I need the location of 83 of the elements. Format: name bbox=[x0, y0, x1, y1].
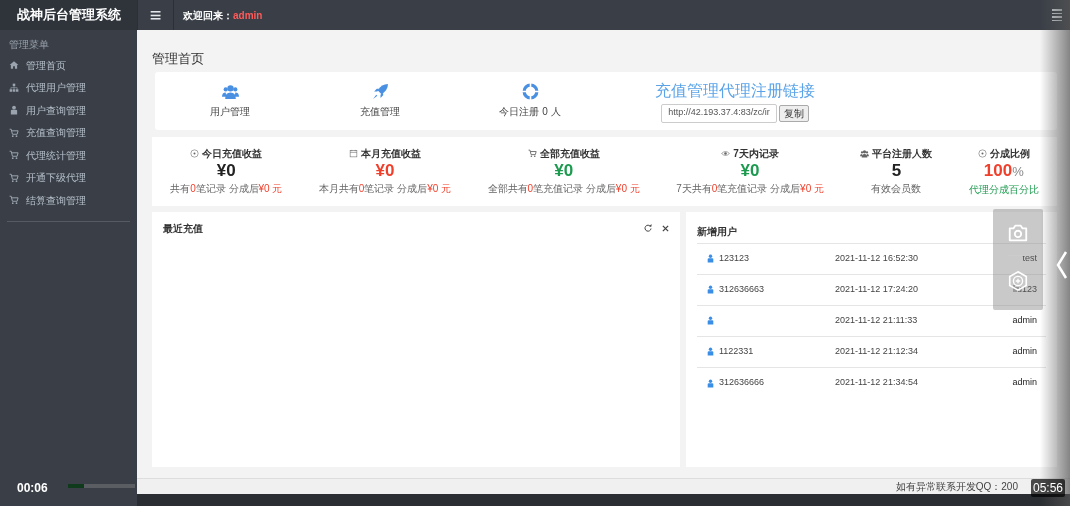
user-icon bbox=[706, 285, 715, 294]
footer-text: 如有异常联系开发QQ：200 bbox=[895, 480, 1018, 494]
stat-value: ¥0 bbox=[375, 161, 395, 181]
shortcut-link[interactable]: 用户管理 bbox=[155, 82, 305, 119]
sidebar-item[interactable]: 充值查询管理 bbox=[0, 121, 137, 144]
stat-title: 今日充值收益 bbox=[202, 147, 263, 161]
stat-note: 有效会员数 bbox=[871, 182, 922, 196]
user-creator: test bbox=[1022, 251, 1037, 265]
menu-heading: 管理菜单 bbox=[9, 38, 50, 52]
page-title: 管理首页 bbox=[152, 50, 205, 68]
stat-title: 平台注册人数 bbox=[872, 147, 933, 161]
shortcut-link[interactable]: 今日注册 0 人 bbox=[455, 82, 605, 119]
stat-value: ¥0 bbox=[740, 161, 760, 181]
users-icon bbox=[860, 149, 870, 158]
user-icon bbox=[9, 105, 19, 116]
cart-icon bbox=[9, 172, 19, 183]
cart-icon bbox=[9, 195, 19, 206]
lifebuoy-icon bbox=[521, 82, 539, 100]
user-creator: admin bbox=[1012, 376, 1037, 390]
stat-note: 本月共有0笔记录 分成后¥0 元 bbox=[318, 182, 452, 196]
copy-button[interactable]: 复制 bbox=[778, 104, 809, 122]
user-time: 2021-11-12 17:24:20 bbox=[835, 282, 918, 296]
user-creator: admin bbox=[1012, 313, 1037, 327]
stat-title: 本月充值收益 bbox=[361, 147, 421, 161]
elapsed-time: 00:06 bbox=[17, 480, 48, 497]
user-time: 2021-11-12 21:12:34 bbox=[835, 344, 918, 358]
user-name: 312636663 bbox=[719, 283, 765, 294]
user-name: 312636666 bbox=[719, 377, 765, 388]
progress-track[interactable] bbox=[68, 484, 135, 488]
stat-note: 代理分成百分比 bbox=[968, 182, 1039, 197]
menu-icon[interactable] bbox=[1052, 9, 1062, 21]
user-icon bbox=[706, 316, 715, 325]
sidebar-item[interactable]: 管理首页 bbox=[0, 54, 137, 77]
stat-value: ¥0 bbox=[554, 161, 574, 181]
stat-note: 共有0笔记录 分成后¥0 元 bbox=[170, 182, 283, 196]
eye-icon bbox=[721, 149, 731, 158]
stat-note: 7天共有0笔充值记录 分成后¥0 元 bbox=[676, 182, 824, 196]
stat-unit: % bbox=[1012, 162, 1024, 181]
link-field[interactable]: http://42.193.37.4:83/zc/ir bbox=[661, 103, 777, 123]
user-creator: admin bbox=[1012, 344, 1037, 358]
sitemap-icon bbox=[9, 82, 19, 93]
user-time: 2021-11-12 16:52:30 bbox=[835, 251, 918, 265]
user-creator: liu123 bbox=[1012, 282, 1037, 296]
stat-value: 5 bbox=[891, 161, 902, 181]
link-heading: 充值管理代理注册链接 bbox=[655, 80, 815, 101]
user-name: 1122331 bbox=[719, 345, 754, 356]
user-icon bbox=[706, 378, 715, 388]
calendar-icon bbox=[349, 149, 358, 158]
stat-title: 7天内记录 bbox=[733, 147, 779, 161]
user-name: 123123 bbox=[719, 252, 750, 263]
clock-icon bbox=[977, 148, 987, 158]
user-time: 2021-11-12 21:34:54 bbox=[835, 376, 918, 390]
stat-title: 分成比例 bbox=[989, 146, 1030, 161]
panel-title: 最近充值 bbox=[163, 221, 203, 236]
sidebar-item[interactable]: 代理用户管理 bbox=[0, 76, 137, 99]
menu-toggle[interactable]: ≡ bbox=[138, 0, 174, 30]
stat-value: 100 bbox=[983, 160, 1013, 181]
sidebar-item[interactable]: 用户查询管理 bbox=[0, 99, 137, 122]
chevron-left-icon[interactable] bbox=[1056, 250, 1068, 280]
sidebar-item[interactable]: 代理统计管理 bbox=[0, 144, 137, 167]
shortcut-link[interactable]: 充值管理 bbox=[305, 82, 455, 119]
panel-title: 新增用户 bbox=[697, 224, 737, 239]
cart-icon bbox=[9, 150, 19, 161]
cart-icon bbox=[9, 127, 19, 138]
brand-title: 战神后台管理系统 bbox=[0, 0, 137, 30]
home-icon bbox=[9, 60, 19, 71]
rocket-icon bbox=[371, 82, 389, 100]
user-icon bbox=[706, 254, 715, 263]
sidebar-item[interactable]: 结算查询管理 bbox=[0, 189, 137, 212]
users-icon bbox=[221, 82, 239, 100]
stat-title: 全部充值收益 bbox=[539, 147, 600, 161]
stat-note: 全部共有0笔充值记录 分成后¥0 元 bbox=[487, 182, 640, 196]
close-icon[interactable] bbox=[662, 224, 669, 232]
username: admin bbox=[233, 8, 263, 23]
duration-time: 05:56 bbox=[1031, 479, 1066, 497]
user-icon bbox=[706, 347, 715, 356]
refresh-icon[interactable] bbox=[644, 224, 652, 232]
stat-value: ¥0 bbox=[216, 161, 236, 181]
cart-icon bbox=[527, 149, 537, 158]
user-time: 2021-11-12 21:11:33 bbox=[835, 313, 918, 327]
clock-icon bbox=[190, 149, 200, 158]
sidebar-item[interactable]: 开通下级代理 bbox=[0, 166, 137, 189]
welcome-text: 欢迎回来： bbox=[183, 8, 233, 23]
